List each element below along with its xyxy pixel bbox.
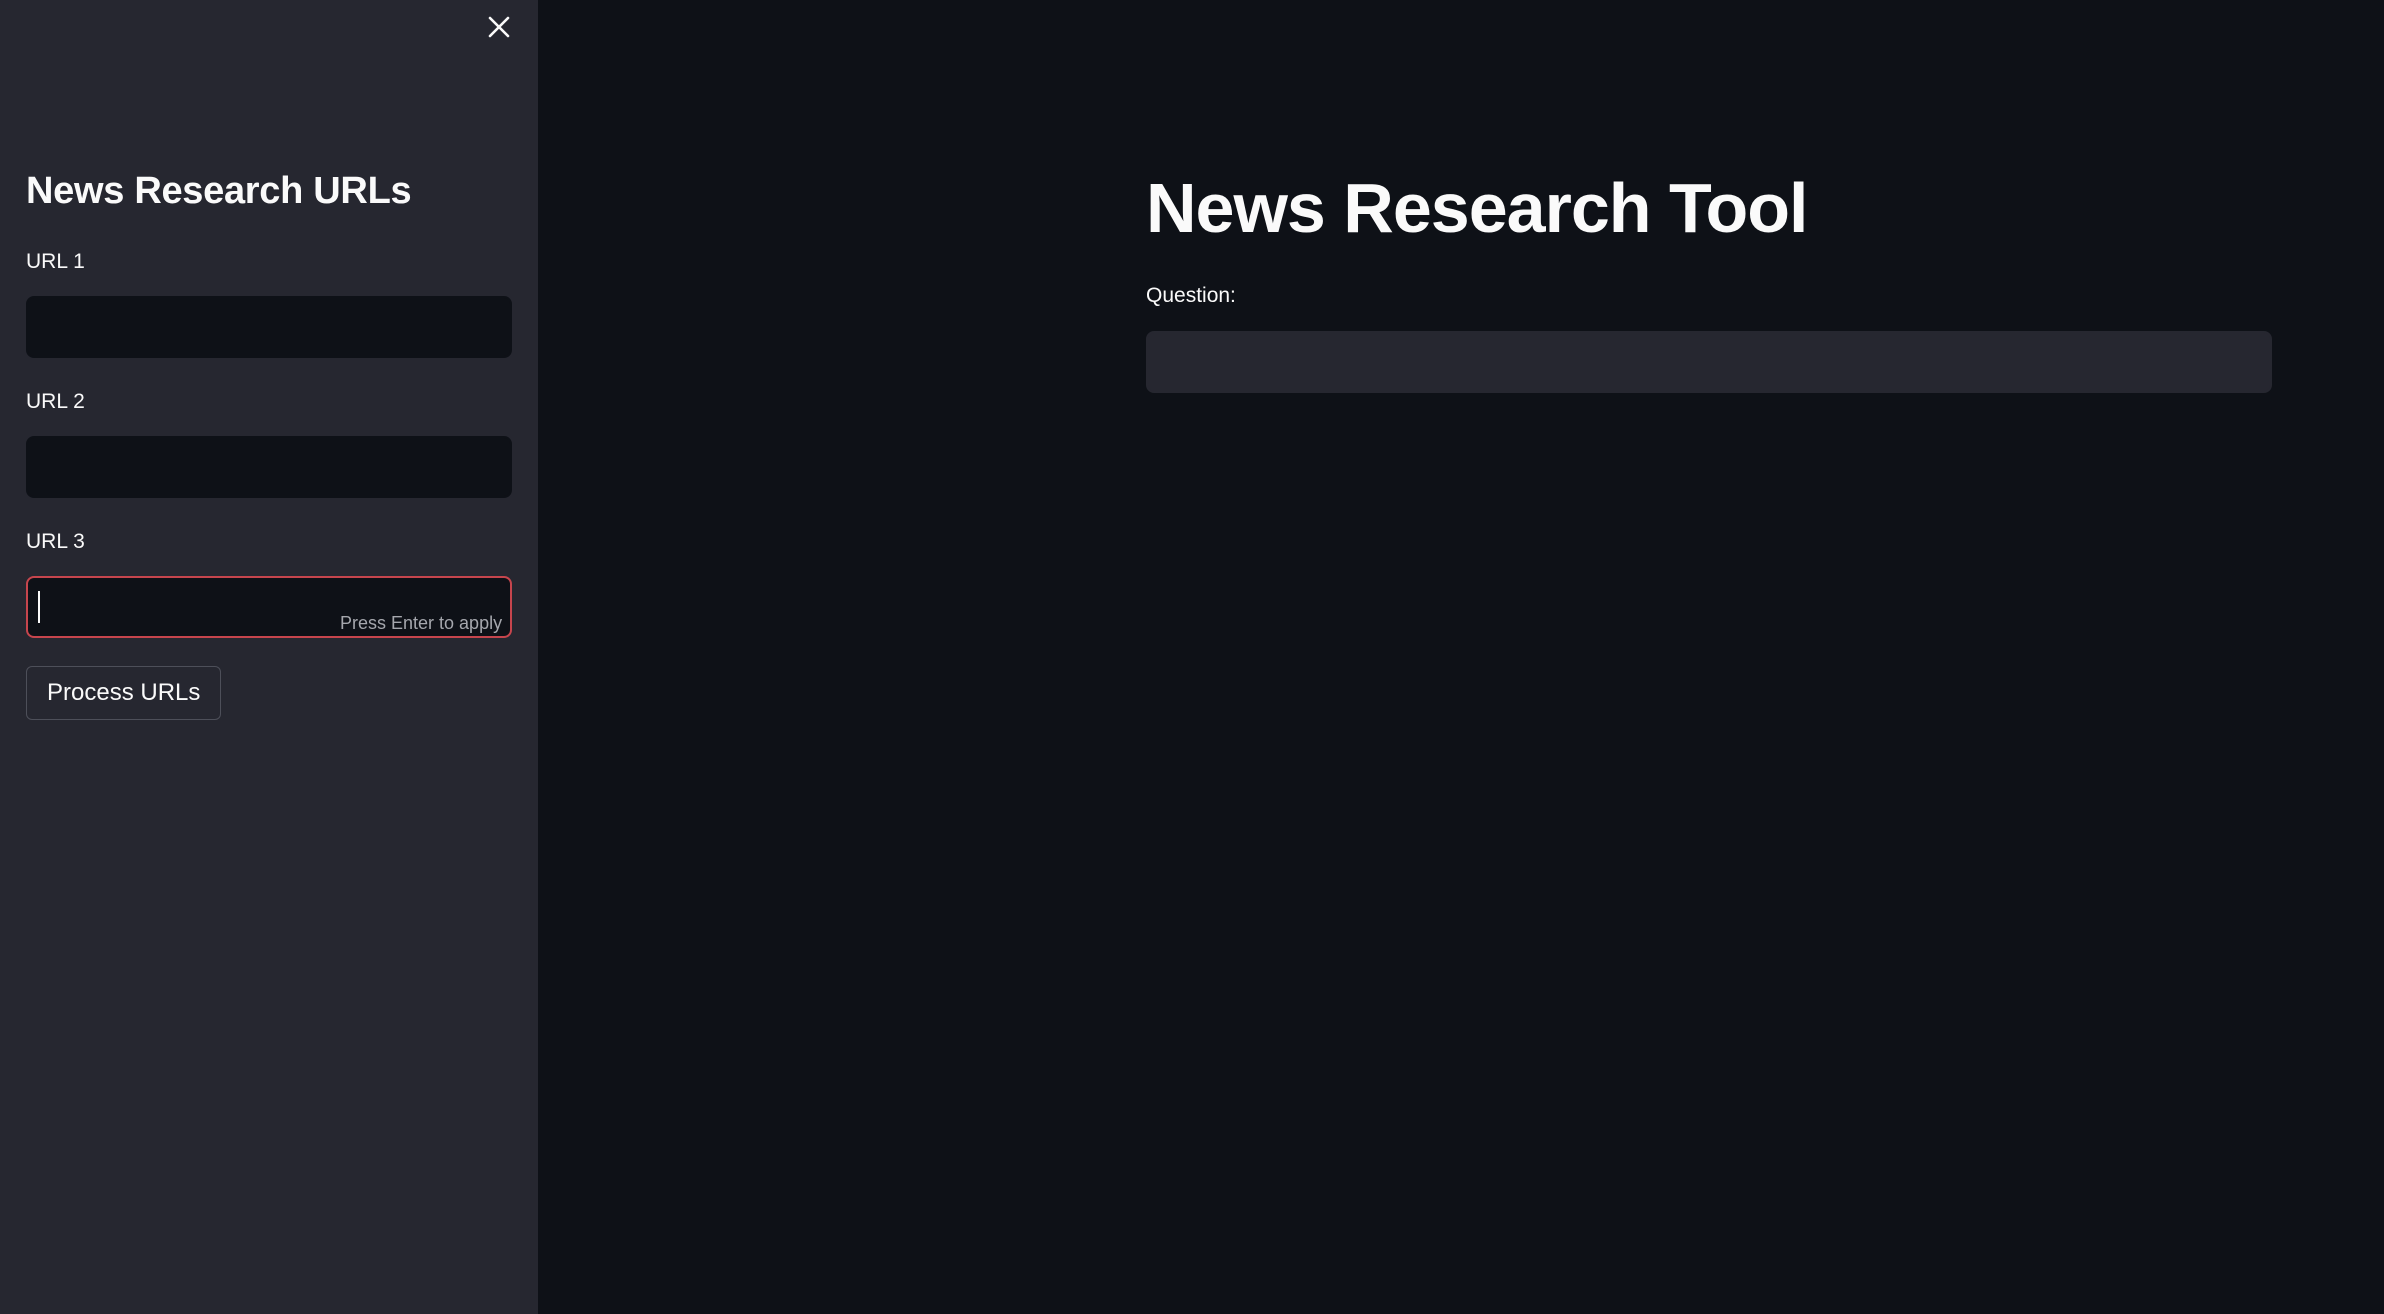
text-cursor — [38, 591, 40, 623]
url-2-label: URL 2 — [26, 390, 85, 413]
url-1-label: URL 1 — [26, 250, 85, 273]
close-sidebar-button[interactable] — [482, 10, 516, 44]
sidebar-title: News Research URLs — [26, 170, 412, 212]
process-urls-button[interactable]: Process URLs — [26, 666, 222, 720]
question-label: Question: — [1146, 284, 1236, 307]
close-icon — [488, 16, 510, 38]
app-window: News Research URLs URL 1 URL 2 URL 3 Pre… — [0, 0, 2384, 1314]
url-3-label: URL 3 — [26, 530, 85, 553]
press-enter-hint: Press Enter to apply — [340, 613, 503, 633]
question-input[interactable] — [1146, 331, 2272, 393]
page-title: News Research Tool — [1146, 169, 1808, 247]
url-2-input[interactable] — [26, 436, 512, 498]
sidebar: News Research URLs URL 1 URL 2 URL 3 Pre… — [0, 0, 538, 1314]
url-1-input[interactable] — [26, 296, 512, 358]
